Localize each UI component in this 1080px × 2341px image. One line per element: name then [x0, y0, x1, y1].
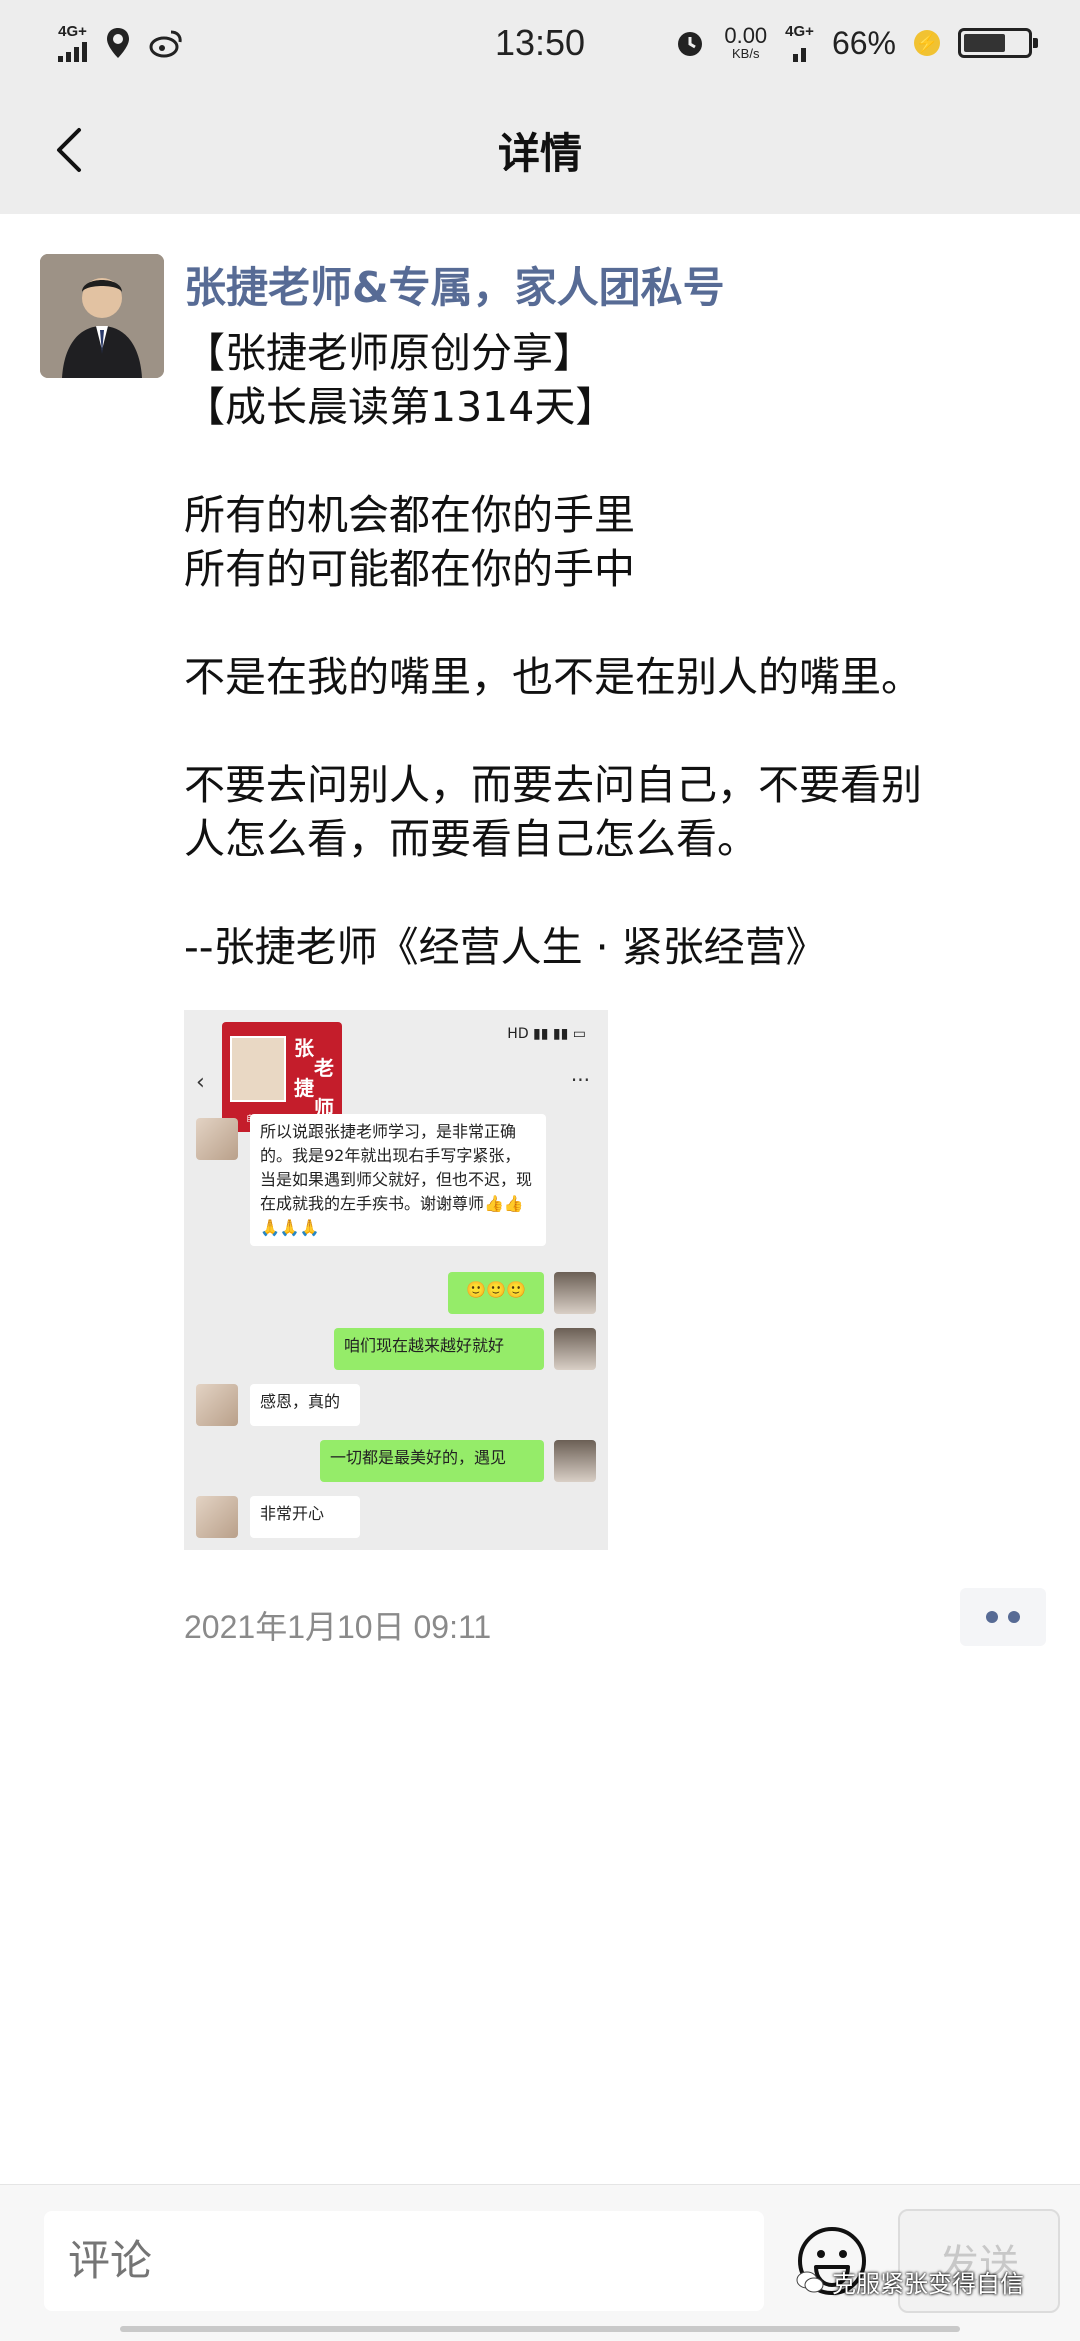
image-back-glyph: ‹	[196, 1070, 205, 1095]
nav-bar: 详情	[0, 86, 1080, 214]
chat-bubble-left: 所以说跟张捷老师学习，是非常正确的。我是92年就出现右手写字紧张，当是如果遇到师…	[250, 1114, 546, 1246]
dot-icon	[986, 1611, 998, 1623]
watermark-text: 克服紧张变得自信	[832, 2270, 1024, 2298]
account-watermark: 克服紧张变得自信	[796, 2264, 1024, 2299]
battery-icon	[958, 28, 1038, 58]
post-text-line: 不是在我的嘴里，也不是在别人的嘴里。	[184, 653, 922, 701]
comment-bar: 发送	[0, 2184, 1080, 2341]
chat-avatar-right	[554, 1440, 596, 1482]
chat-bubble-right: 咱们现在越来越好就好	[334, 1328, 544, 1370]
post-text-line: 不要去问别人，而要去问自己，不要看别	[184, 761, 922, 809]
page-title: 详情	[497, 128, 582, 178]
post-text-line: 【成长晨读第1314天】	[184, 383, 617, 431]
home-indicator[interactable]	[120, 2326, 960, 2332]
image-status-icons: HD ▮▮ ▮▮ ▭	[507, 1026, 586, 1042]
like-comment-menu-button[interactable]	[960, 1588, 1046, 1646]
post-text-line	[184, 866, 1044, 920]
person-portrait-icon	[40, 254, 164, 378]
chat-bubble-left: 非常开心	[250, 1496, 360, 1538]
chat-bubble-right: 一切都是最美好的，遇见	[320, 1440, 544, 1482]
chat-bubble-left: 感恩，真的	[250, 1384, 360, 1426]
post-image[interactable]: HD ▮▮ ▮▮ ▭ ‹ ··· 张 老 捷 师 自信 喜悦 成就 未来 所以说…	[184, 1010, 608, 1550]
post-text-line	[184, 704, 1044, 758]
chat-avatar-left	[196, 1384, 238, 1426]
post-text-line: 人怎么看，而要看自己怎么看。	[184, 815, 758, 863]
chat-avatar-right	[554, 1328, 596, 1370]
chevron-left-icon	[57, 128, 81, 172]
dot-icon	[1008, 1611, 1020, 1623]
post-text-line: 所有的机会都在你的手里	[184, 491, 635, 539]
chat-avatar-left	[196, 1496, 238, 1538]
post-text-line: --张捷老师《经营人生 · 紧张经营》	[184, 923, 827, 971]
seal-char-1: 张	[294, 1036, 314, 1060]
seal-char-3: 捷	[294, 1076, 314, 1100]
moment-post: 张捷老师&专属，家人团私号 【张捷老师原创分享】 【成长晨读第1314天】 所有的机…	[0, 214, 1080, 2184]
seal-char-2: 老	[314, 1056, 334, 1080]
chat-avatar-left	[196, 1118, 238, 1160]
author-avatar[interactable]	[40, 254, 164, 378]
post-text-line: 所有的可能都在你的手中	[184, 545, 635, 593]
back-button[interactable]	[30, 112, 106, 188]
post-text-line: 【张捷老师原创分享】	[184, 329, 594, 377]
author-name-link[interactable]: 张捷老师&专属，家人团私号	[184, 254, 725, 315]
post-text-line	[184, 434, 1044, 488]
chat-bubble-right: 🙂🙂🙂	[448, 1272, 544, 1314]
status-time: 13:50	[494, 22, 586, 63]
chat-avatar-right	[554, 1272, 596, 1314]
image-more-glyph: ···	[570, 1068, 590, 1092]
post-text: 【张捷老师原创分享】 【成长晨读第1314天】 所有的机会都在你的手里 所有的可能都在…	[184, 326, 1044, 974]
comment-input[interactable]	[44, 2211, 764, 2311]
post-timestamp: 2021年1月10日 09:11	[184, 1609, 492, 1645]
status-bar: 4G+ 13:50 0.00 KB/s 4G+ 66% ⚡	[0, 0, 1080, 86]
post-text-line	[184, 596, 1044, 650]
seal-portrait	[230, 1036, 286, 1102]
wechat-logo-icon	[796, 2271, 824, 2292]
